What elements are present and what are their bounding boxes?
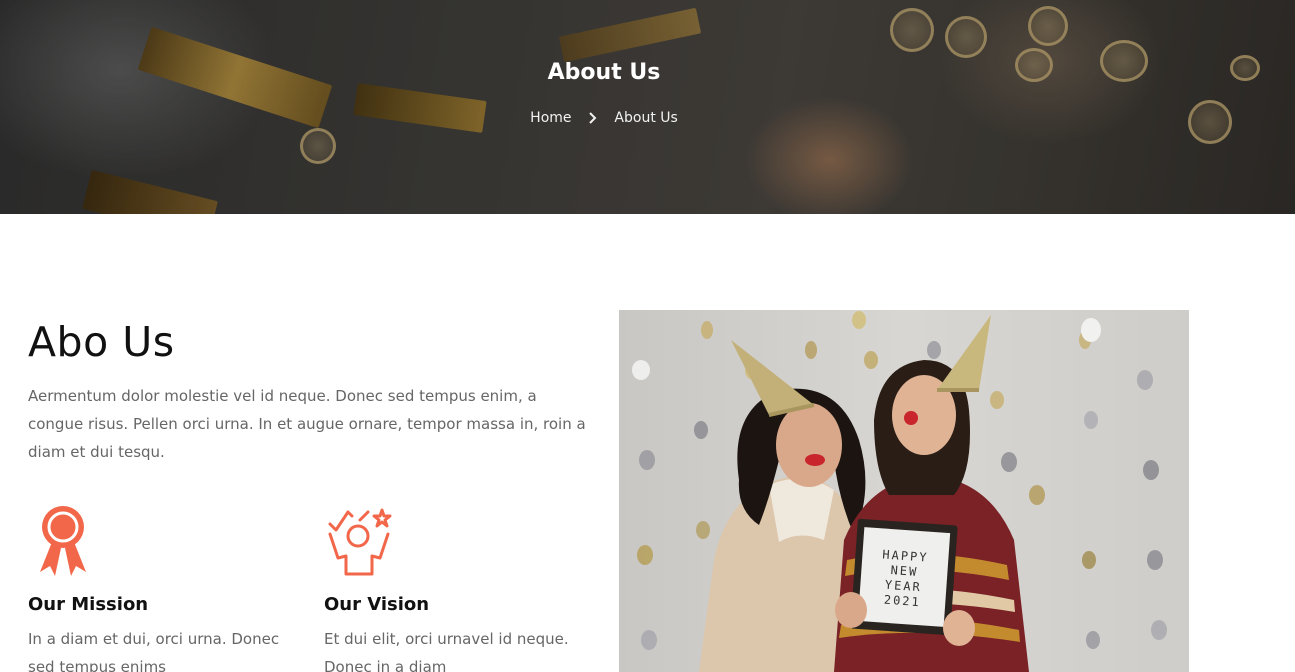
celebrating-person-icon: [324, 502, 394, 578]
bokeh-decoration: [1028, 6, 1068, 46]
confetti-decoration: [82, 169, 218, 214]
feature-vision-text: Et dui elit, orci urnavel id neque. Done…: [324, 630, 569, 672]
bokeh-decoration: [890, 8, 934, 52]
feature-vision: Our Vision Et dui elit, orci urnavel id …: [324, 502, 594, 672]
chevron-right-icon: [586, 111, 600, 125]
about-photo: HAPPY NEW YEAR 2021: [619, 310, 1189, 672]
feature-mission: Our Mission In a diam et dui, orci urna.…: [28, 502, 298, 672]
feature-vision-title: Our Vision: [324, 594, 430, 615]
page-title: About Us: [547, 60, 661, 85]
bokeh-decoration: [945, 16, 987, 58]
about-heading: Abo Us: [28, 318, 175, 366]
award-ribbon-icon: [28, 502, 98, 578]
feature-mission-text: In a diam et dui, orci urna. Donec sed t…: [28, 630, 280, 672]
breadcrumb-current: About Us: [614, 110, 678, 126]
party-photo-illustration: HAPPY NEW YEAR 2021: [632, 311, 1167, 672]
breadcrumb-home-link[interactable]: Home: [530, 110, 571, 126]
sign-text-line: NEW: [890, 563, 919, 579]
breadcrumb: Home About Us: [0, 110, 1208, 126]
sign-text-line: 2021: [883, 593, 921, 610]
bokeh-decoration: [300, 128, 336, 164]
feature-mission-title: Our Mission: [28, 594, 149, 615]
page-hero-banner: About Us Home About Us: [0, 0, 1295, 214]
confetti-decoration: [558, 7, 702, 63]
bokeh-decoration: [1230, 55, 1260, 81]
about-description: Aermentum dolor molestie vel id neque. D…: [28, 387, 586, 461]
sign-text-line: YEAR: [884, 578, 922, 595]
